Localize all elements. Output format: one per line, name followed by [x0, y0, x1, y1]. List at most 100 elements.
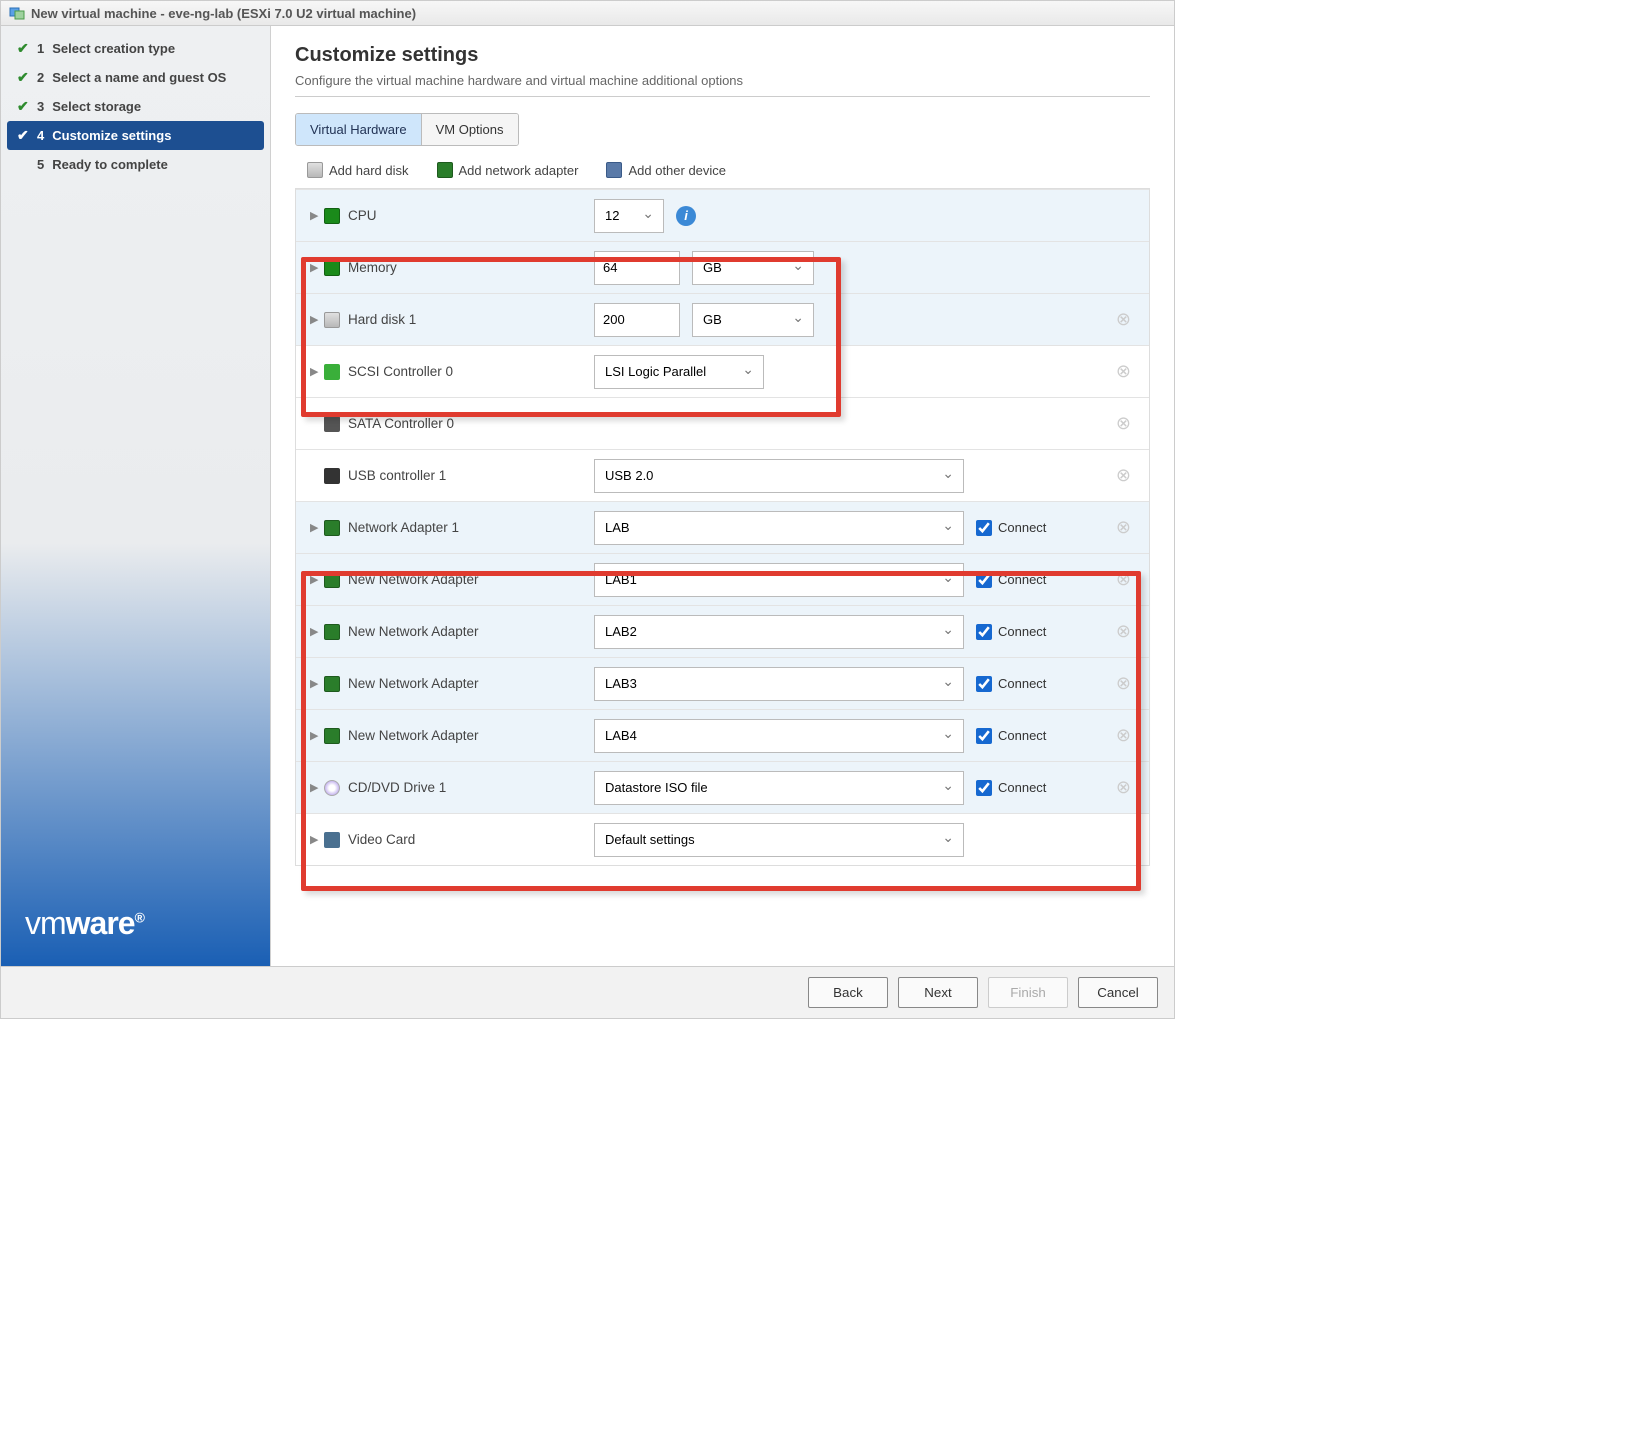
cpu-select[interactable]: 12 [594, 199, 664, 233]
network-select[interactable]: LAB4 [594, 719, 964, 753]
wizard-window: New virtual machine - eve-ng-lab (ESXi 7… [0, 0, 1175, 1019]
remove-icon[interactable]: ⊗ [1116, 569, 1141, 590]
connect-checkbox[interactable]: Connect [976, 780, 1046, 796]
window-title: New virtual machine - eve-ng-lab (ESXi 7… [31, 6, 416, 21]
info-icon[interactable]: i [676, 206, 696, 226]
disk-size-input[interactable] [594, 303, 680, 337]
add-hard-disk-button[interactable]: Add hard disk [307, 162, 409, 178]
row-memory: ▶Memory GB [296, 241, 1149, 293]
label: New Network Adapter [348, 676, 479, 691]
step-label: Select creation type [52, 41, 175, 56]
network-select[interactable]: LAB [594, 511, 964, 545]
cpu-icon [324, 208, 340, 224]
scsi-icon [324, 364, 340, 380]
back-button[interactable]: Back [808, 977, 888, 1008]
expand-toggle[interactable]: ▶ [310, 209, 316, 222]
cd-select[interactable]: Datastore ISO file [594, 771, 964, 805]
sidebar: ✔1Select creation type ✔2Select a name a… [1, 26, 271, 966]
expand-toggle[interactable]: ▶ [310, 365, 316, 378]
disk-unit-select[interactable]: GB [692, 303, 814, 337]
network-icon [324, 728, 340, 744]
row-cpu: ▶ CPU 12 i [296, 189, 1149, 241]
row-hard-disk-1: ▶Hard disk 1 GB ⊗ [296, 293, 1149, 345]
label: Network Adapter 1 [348, 520, 459, 535]
step-2[interactable]: ✔2Select a name and guest OS [7, 63, 264, 92]
network-select[interactable]: LAB3 [594, 667, 964, 701]
remove-icon[interactable]: ⊗ [1116, 621, 1141, 642]
step-3[interactable]: ✔3Select storage [7, 92, 264, 121]
expand-toggle[interactable]: ▶ [310, 313, 316, 326]
row-video-card: ▶ Video Card Default settings [296, 813, 1149, 865]
expand-toggle[interactable]: ▶ [310, 625, 316, 638]
vm-icon [9, 5, 25, 21]
main-panel: Customize settings Configure the virtual… [271, 26, 1174, 966]
row-network-adapter-1: ▶ Network Adapter 1 LAB Connect ⊗ [296, 501, 1149, 553]
connect-checkbox[interactable]: Connect [976, 624, 1046, 640]
wizard-body: ✔1Select creation type ✔2Select a name a… [1, 26, 1174, 966]
network-select[interactable]: LAB2 [594, 615, 964, 649]
label: New Network Adapter [348, 624, 479, 639]
video-select[interactable]: Default settings [594, 823, 964, 857]
wizard-footer: Back Next Finish Cancel [1, 966, 1174, 1018]
remove-icon[interactable]: ⊗ [1116, 465, 1141, 486]
vmware-logo: vmware® [1, 881, 270, 966]
connect-checkbox[interactable]: Connect [976, 676, 1046, 692]
finish-button: Finish [988, 977, 1068, 1008]
label: New Network Adapter [348, 572, 479, 587]
memory-unit-select[interactable]: GB [692, 251, 814, 285]
remove-icon[interactable]: ⊗ [1116, 517, 1141, 538]
add-network-adapter-button[interactable]: Add network adapter [437, 162, 579, 178]
step-label: Select storage [52, 99, 141, 114]
expand-toggle[interactable]: ▶ [310, 781, 316, 794]
tabset: Virtual Hardware VM Options [295, 113, 519, 146]
video-icon [324, 832, 340, 848]
usb-select[interactable]: USB 2.0 [594, 459, 964, 493]
row-cd-dvd: ▶ CD/DVD Drive 1 Datastore ISO file Conne… [296, 761, 1149, 813]
device-icon [606, 162, 622, 178]
connect-checkbox[interactable]: Connect [976, 572, 1046, 588]
expand-toggle[interactable]: ▶ [310, 833, 316, 846]
expand-toggle[interactable]: ▶ [310, 573, 316, 586]
expand-toggle[interactable]: ▶ [310, 521, 316, 534]
label: SCSI Controller 0 [348, 364, 453, 379]
cancel-button[interactable]: Cancel [1078, 977, 1158, 1008]
network-select[interactable]: LAB1 [594, 563, 964, 597]
remove-icon[interactable]: ⊗ [1116, 309, 1141, 330]
network-icon [437, 162, 453, 178]
remove-icon[interactable]: ⊗ [1116, 361, 1141, 382]
usb-icon [324, 468, 340, 484]
row-network-adapter-2: ▶ New Network Adapter LAB1 Connect ⊗ [296, 553, 1149, 605]
hw-toolbar: Add hard disk Add network adapter Add ot… [295, 146, 1150, 188]
scsi-select[interactable]: LSI Logic Parallel [594, 355, 764, 389]
connect-checkbox[interactable]: Connect [976, 520, 1046, 536]
remove-icon[interactable]: ⊗ [1116, 725, 1141, 746]
tab-vm-options[interactable]: VM Options [422, 114, 518, 145]
check-icon [17, 156, 31, 172]
remove-icon[interactable]: ⊗ [1116, 413, 1141, 434]
label: CPU [348, 208, 377, 223]
step-label: Ready to complete [52, 157, 168, 172]
tab-virtual-hardware[interactable]: Virtual Hardware [296, 114, 422, 145]
check-icon: ✔ [17, 127, 31, 144]
memory-input[interactable] [594, 251, 680, 285]
step-1[interactable]: ✔1Select creation type [7, 34, 264, 63]
expand-toggle[interactable]: ▶ [310, 677, 316, 690]
step-5[interactable]: 5Ready to complete [7, 150, 264, 178]
expand-toggle[interactable]: ▶ [310, 729, 316, 742]
remove-icon[interactable]: ⊗ [1116, 673, 1141, 694]
page-title: Customize settings [295, 44, 1150, 67]
connect-checkbox[interactable]: Connect [976, 728, 1046, 744]
label: Video Card [348, 832, 415, 847]
row-network-adapter-3: ▶ New Network Adapter LAB2 Connect ⊗ [296, 605, 1149, 657]
wizard-steps: ✔1Select creation type ✔2Select a name a… [1, 26, 270, 186]
expand-toggle[interactable]: ▶ [310, 261, 316, 274]
memory-icon [324, 260, 340, 276]
add-other-device-button[interactable]: Add other device [606, 162, 726, 178]
remove-icon[interactable]: ⊗ [1116, 777, 1141, 798]
next-button[interactable]: Next [898, 977, 978, 1008]
network-icon [324, 676, 340, 692]
label: CD/DVD Drive 1 [348, 780, 446, 795]
label: New Network Adapter [348, 728, 479, 743]
step-4[interactable]: ✔4Customize settings [7, 121, 264, 150]
step-label: Customize settings [52, 128, 171, 143]
